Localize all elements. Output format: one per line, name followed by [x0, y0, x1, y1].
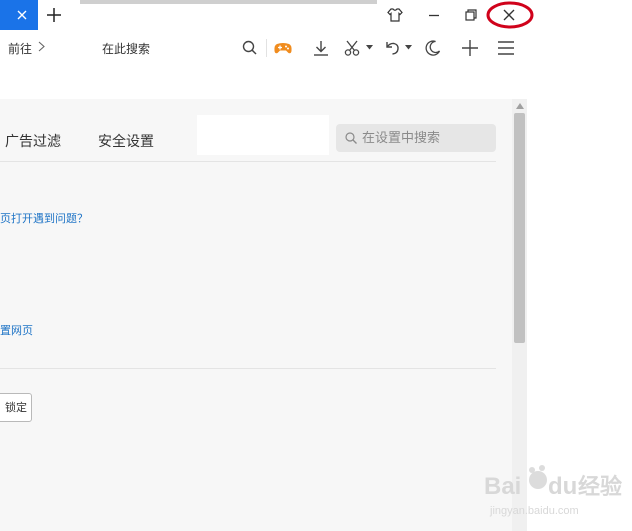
divider — [0, 368, 496, 369]
minimize-icon[interactable] — [425, 6, 443, 24]
lock-button[interactable]: 锁定 — [0, 393, 32, 422]
close-icon[interactable] — [15, 8, 29, 22]
tab-ad-filter[interactable]: 广告过滤 — [5, 131, 61, 151]
download-icon[interactable] — [311, 38, 331, 58]
game-controller-icon[interactable] — [273, 38, 293, 58]
shirt-icon[interactable] — [386, 6, 404, 24]
dropdown-arrow-icon[interactable] — [366, 45, 373, 50]
scrollbar-thumb[interactable] — [514, 113, 525, 343]
svg-text:Bai: Bai — [484, 473, 521, 500]
tab-shadow — [80, 0, 377, 4]
svg-text:经验: 经验 — [578, 474, 622, 500]
tab-strip — [0, 0, 632, 30]
scissors-icon[interactable] — [343, 38, 363, 58]
search-icon — [345, 132, 357, 144]
plus-icon[interactable] — [45, 6, 63, 24]
breadcrumb[interactable]: 前往 — [8, 40, 32, 57]
chevron-right-icon — [38, 41, 45, 52]
settings-search[interactable] — [336, 124, 496, 152]
undo-icon[interactable] — [382, 38, 402, 58]
divider — [0, 161, 496, 162]
settings-search-input[interactable] — [362, 128, 490, 148]
webpage-link[interactable]: 置网页 — [0, 322, 33, 338]
baidu-jingyan-watermark: Bai du 经验 jingyan.baidu.com — [484, 465, 622, 517]
search-icon[interactable] — [240, 38, 260, 58]
settings-panel — [0, 99, 512, 531]
dropdown-arrow-icon[interactable] — [405, 45, 412, 50]
restore-icon[interactable] — [462, 6, 480, 24]
svg-text:jingyan.baidu.com: jingyan.baidu.com — [489, 505, 579, 517]
tab-security-settings[interactable]: 安全设置 — [98, 131, 154, 151]
scroll-up-arrow-icon[interactable] — [516, 103, 524, 109]
blank-area — [197, 115, 329, 155]
plus-icon[interactable] — [460, 38, 480, 58]
menu-icon[interactable] — [496, 38, 516, 58]
active-tab[interactable] — [0, 0, 38, 30]
toolbar-separator — [266, 39, 267, 57]
night-mode-icon[interactable] — [423, 38, 443, 58]
toolbar: 前往 在此搜索 — [0, 30, 632, 66]
search-box-text[interactable]: 在此搜索 — [102, 40, 150, 57]
svg-text:du: du — [548, 473, 577, 500]
open-issue-link[interactable]: 页打开遇到问题？ — [0, 210, 88, 226]
highlight-circle — [486, 1, 534, 29]
